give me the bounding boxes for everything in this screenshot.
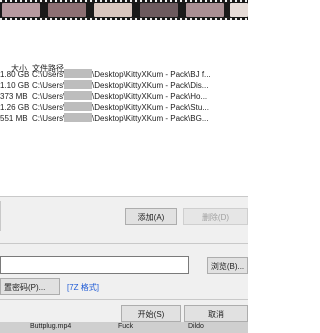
divider xyxy=(0,243,248,244)
browse-button[interactable]: 浏览(B)... xyxy=(207,257,248,274)
delete-button[interactable]: 删除(D) xyxy=(183,208,248,225)
redacted-username xyxy=(64,113,92,122)
file-path-suffix: \Desktop\KittyXKum - Pack\BJ f... xyxy=(92,70,211,79)
file-path-suffix: \Desktop\KittyXKum - Pack\Stu... xyxy=(92,103,209,112)
redacted-username xyxy=(64,102,92,111)
redacted-username xyxy=(64,91,92,100)
video-thumbnail[interactable] xyxy=(48,3,86,17)
file-size: 551 MB xyxy=(0,114,28,123)
divider xyxy=(0,201,1,231)
file-size: 373 MB xyxy=(0,92,28,101)
video-thumbnail[interactable] xyxy=(2,3,40,17)
thumbnail-filmstrip xyxy=(0,0,248,20)
video-thumbnail[interactable] xyxy=(230,3,248,17)
divider xyxy=(0,196,248,197)
set-password-button[interactable]: 置密码(P)... xyxy=(0,278,60,295)
file-path-suffix: \Desktop\KittyXKum - Pack\Ho... xyxy=(92,92,208,101)
file-path-prefix: C:\Users\ xyxy=(32,92,66,101)
file-path-prefix: C:\Users\ xyxy=(32,81,66,90)
cancel-button[interactable]: 取消 xyxy=(184,305,248,322)
archive-path-input[interactable] xyxy=(0,256,189,274)
filmstrip-sprockets xyxy=(0,0,248,2)
file-path-prefix: C:\Users\ xyxy=(32,103,66,112)
video-thumbnail[interactable] xyxy=(186,3,224,17)
file-path-prefix: C:\Users\ xyxy=(32,114,66,123)
format-label[interactable]: [7Z 格式] xyxy=(67,282,99,293)
redacted-username xyxy=(64,80,92,89)
start-button[interactable]: 开始(S) xyxy=(121,305,181,322)
file-path-suffix: \Desktop\KittyXKum - Pack\Dis... xyxy=(92,81,209,90)
divider xyxy=(0,299,248,300)
file-label[interactable]: Fuck xyxy=(118,323,133,330)
file-size: 1.80 GB xyxy=(0,70,30,79)
redacted-username xyxy=(64,69,92,78)
file-label[interactable]: Buttplug.mp4 xyxy=(30,323,71,330)
file-path-suffix: \Desktop\KittyXKum - Pack\BG... xyxy=(92,114,209,123)
file-path-prefix: C:\Users\ xyxy=(32,70,66,79)
file-size: 1.26 GB xyxy=(0,103,30,112)
add-button[interactable]: 添加(A) xyxy=(125,208,177,225)
file-list-pane: 大小 文件路径 1.80 GB C:\Users\ \Desktop\Kitty… xyxy=(0,20,248,196)
file-label[interactable]: Dildo xyxy=(188,323,204,330)
background-file-labels: Buttplug.mp4 Fuck Dildo xyxy=(0,322,248,333)
file-size: 1.10 GB xyxy=(0,81,30,90)
video-thumbnail[interactable] xyxy=(94,3,132,17)
video-thumbnail[interactable] xyxy=(140,3,178,17)
